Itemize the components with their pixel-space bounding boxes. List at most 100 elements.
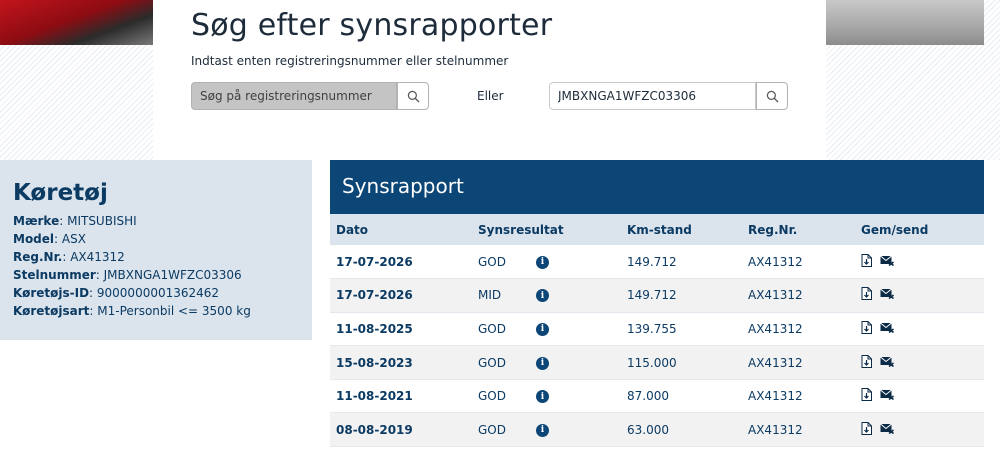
row-result-cell: MID i [472, 278, 621, 313]
row-result-cell: GOD i [472, 345, 621, 380]
row-date[interactable]: 17-07-2026 [330, 245, 472, 280]
table-header-row: Dato Synsresultat Km-stand Reg.Nr. Gem/s… [330, 214, 984, 245]
row-km: 149.712 [621, 278, 742, 313]
email-icon[interactable] [880, 389, 894, 403]
inspection-report-panel: Synsrapport Dato Synsresultat Km-stand R… [330, 160, 984, 456]
table-row[interactable]: 11-08-2025 GOD i 139.755 AX41312 [330, 312, 984, 347]
row-reg: AX41312 [742, 345, 855, 380]
vehicle-vin-label: Stelnummer [13, 268, 96, 282]
vehicle-type-value: M1-Personbil <= 3500 kg [97, 304, 251, 318]
info-icon[interactable]: i [536, 423, 549, 437]
row-result-cell: GOD i [472, 312, 621, 347]
row-km: 87.000 [621, 379, 742, 414]
search-icon [407, 90, 420, 103]
vehicle-model-row: Model: ASX [13, 232, 86, 246]
info-icon[interactable]: i [536, 390, 549, 404]
row-date[interactable]: 11-08-2025 [330, 312, 472, 347]
page-subtitle: Indtast enten registreringsnummer eller … [191, 54, 509, 68]
download-document-icon[interactable] [861, 287, 872, 303]
column-header-save-send: Gem/send [855, 214, 984, 245]
vehicle-id-label: Køretøjs-ID [13, 286, 90, 300]
row-reg: AX41312 [742, 412, 855, 448]
table-row[interactable]: 17-07-2026 MID i 149.712 AX41312 [330, 278, 984, 313]
vehicle-make-value: MITSUBISHI [67, 214, 137, 228]
vehicle-make-row: Mærke: MITSUBISHI [13, 214, 137, 228]
row-actions [855, 278, 984, 313]
row-result: GOD [478, 422, 506, 437]
table-row[interactable]: 08-08-2019 GOD i 63.000 AX41312 [330, 412, 984, 448]
row-reg: AX41312 [742, 245, 855, 280]
report-table: Dato Synsresultat Km-stand Reg.Nr. Gem/s… [330, 214, 984, 448]
email-icon[interactable] [880, 288, 894, 302]
background-photo-right [826, 0, 984, 45]
row-result: GOD [478, 355, 506, 370]
report-title: Synsrapport [330, 160, 984, 214]
vehicle-id-row: Køretøjs-ID: 9000000001362462 [13, 286, 220, 300]
row-date[interactable]: 11-08-2021 [330, 379, 472, 414]
download-document-icon[interactable] [861, 388, 872, 404]
vehicle-reg-value: AX41312 [70, 250, 125, 264]
info-icon[interactable]: i [536, 289, 549, 303]
info-icon[interactable]: i [536, 255, 549, 269]
download-document-icon[interactable] [861, 421, 872, 438]
row-km: 63.000 [621, 412, 742, 448]
info-icon[interactable]: i [536, 356, 549, 370]
row-actions [855, 245, 984, 280]
registration-search-button[interactable] [397, 82, 429, 110]
row-date[interactable]: 17-07-2026 [330, 278, 472, 313]
row-km: 139.755 [621, 312, 742, 347]
vehicle-type-row: Køretøjsart: M1-Personbil <= 3500 kg [13, 304, 251, 318]
download-document-icon[interactable] [861, 320, 872, 337]
row-result: GOD [478, 254, 506, 269]
vehicle-type-label: Køretøjsart [13, 304, 90, 318]
row-result: GOD [478, 389, 506, 404]
email-icon[interactable] [880, 423, 894, 437]
row-reg: AX41312 [742, 278, 855, 313]
row-result-cell: GOD i [472, 412, 621, 448]
vin-search-input[interactable] [549, 82, 756, 110]
row-result-cell: GOD i [472, 245, 621, 280]
row-reg: AX41312 [742, 379, 855, 414]
row-actions [855, 412, 984, 448]
vehicle-vin-value: JMBXNGA1WFZC03306 [103, 268, 242, 282]
vehicle-vin-row: Stelnummer: JMBXNGA1WFZC03306 [13, 268, 242, 282]
report-table-body: 17-07-2026 GOD i 149.712 AX41312 17-07-2026 MI… [330, 245, 984, 448]
email-icon[interactable] [880, 356, 894, 370]
row-actions [855, 345, 984, 380]
row-actions [855, 379, 984, 414]
row-result: MID [478, 288, 502, 303]
registration-search-input[interactable] [191, 82, 397, 110]
email-icon[interactable] [880, 322, 894, 336]
vehicle-id-value: 9000000001362462 [96, 286, 220, 300]
row-date[interactable]: 08-08-2019 [330, 412, 472, 448]
search-icon [766, 90, 779, 103]
column-header-date: Dato [330, 214, 472, 245]
vehicle-model-label: Model [13, 232, 55, 246]
table-row[interactable]: 17-07-2026 GOD i 149.712 AX41312 [330, 245, 984, 280]
background-photo-left [0, 0, 153, 45]
table-row[interactable]: 11-08-2021 GOD i 87.000 AX41312 [330, 379, 984, 414]
download-document-icon[interactable] [861, 253, 872, 270]
column-header-result: Synsresultat [472, 214, 621, 245]
vehicle-info-panel: Køretøj Mærke: MITSUBISHI Model: ASX Reg… [0, 160, 312, 340]
info-icon[interactable]: i [536, 322, 549, 336]
table-row[interactable]: 15-08-2023 GOD i 115.000 AX41312 [330, 345, 984, 380]
vehicle-reg-row: Reg.Nr.: AX41312 [13, 250, 125, 264]
vehicle-title: Køretøj [13, 180, 108, 206]
vehicle-make-label: Mærke [13, 214, 60, 228]
email-icon[interactable] [880, 255, 894, 269]
row-km: 115.000 [621, 345, 742, 380]
or-label: Eller [477, 89, 504, 103]
page-title: Søg efter synsrapporter [191, 8, 553, 43]
watermark: otomoto [10, 420, 124, 445]
row-km: 149.712 [621, 245, 742, 280]
row-result-cell: GOD i [472, 379, 621, 414]
row-reg: AX41312 [742, 312, 855, 347]
vin-search-button[interactable] [756, 82, 788, 110]
row-result: GOD [478, 321, 506, 336]
row-date[interactable]: 15-08-2023 [330, 345, 472, 380]
vehicle-model-value: ASX [61, 232, 86, 246]
column-header-reg: Reg.Nr. [742, 214, 855, 245]
search-panel: Søg efter synsrapporter Indtast enten re… [153, 0, 826, 160]
download-document-icon[interactable] [861, 354, 872, 371]
